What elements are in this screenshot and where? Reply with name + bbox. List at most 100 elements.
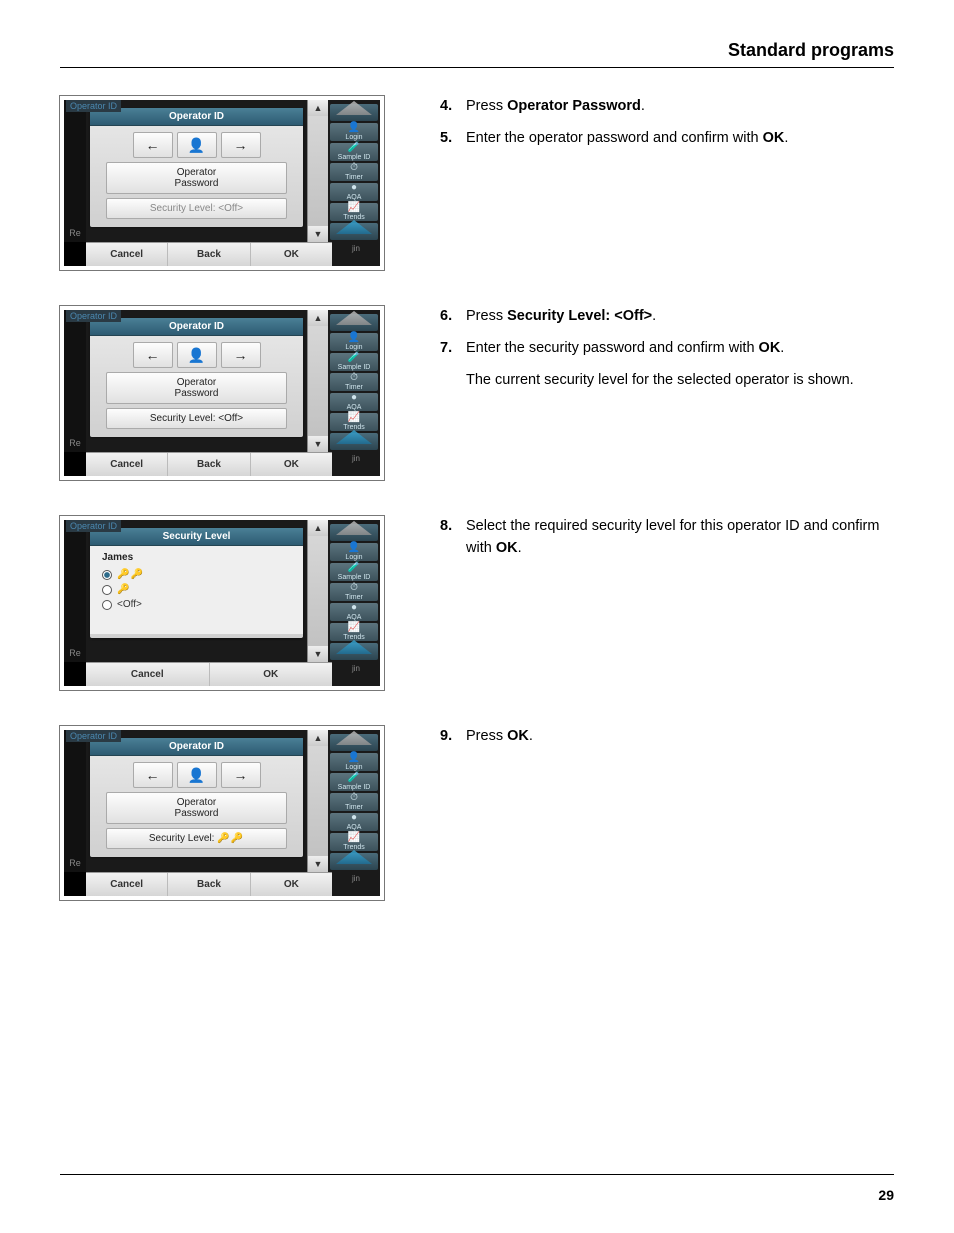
operator-password-label-1: Operator — [107, 377, 286, 388]
next-operator-button[interactable]: → — [221, 132, 261, 158]
prev-operator-button[interactable]: ← — [133, 132, 173, 158]
scroll-down-icon[interactable]: ▼ — [308, 646, 328, 662]
sidebar-logo-icon — [330, 104, 378, 121]
operator-icon-button[interactable]: 👤 — [177, 342, 217, 368]
sidebar-item-login[interactable]: 👤Login — [330, 333, 378, 351]
sample-id-icon: 🧪 — [348, 143, 360, 153]
device-background-tab: Operator ID — [66, 310, 121, 322]
next-operator-button[interactable]: → — [221, 762, 261, 788]
operator-id-panel: Operator ID ← 👤 → Operator Password Secu… — [90, 108, 303, 227]
page-header-title: Standard programs — [60, 40, 894, 68]
cancel-button[interactable]: Cancel — [86, 243, 168, 266]
page-number: 29 — [878, 1187, 894, 1203]
security-option-one-key[interactable]: 🔑 — [102, 584, 291, 595]
step-number: 5. — [440, 128, 466, 150]
prev-operator-button[interactable]: ← — [133, 762, 173, 788]
ok-button[interactable]: OK — [251, 243, 332, 266]
sidebar-item-trends[interactable]: 📈Trends — [330, 203, 378, 221]
security-level-button[interactable]: Security Level: <Off> — [106, 198, 287, 219]
panel-scrollbar[interactable]: ▲ ▼ — [307, 730, 328, 872]
sidebar-item-login[interactable]: 👤Login — [330, 753, 378, 771]
ok-button[interactable]: OK — [251, 453, 332, 476]
scroll-up-icon[interactable]: ▲ — [308, 730, 328, 746]
cancel-button[interactable]: Cancel — [86, 453, 168, 476]
panel-title: Operator ID — [90, 738, 303, 756]
sidebar-brand-icon — [330, 223, 378, 240]
panel-bottom-bar: Cancel Back OK — [86, 242, 332, 266]
scroll-down-icon[interactable]: ▼ — [308, 436, 328, 452]
sidebar-item-timer[interactable]: ⏱Timer — [330, 373, 378, 391]
off-option-label: <Off> — [117, 599, 142, 610]
operator-id-panel: Operator ID ← 👤 → Operator Password Secu… — [90, 318, 303, 437]
operator-password-label-1: Operator — [107, 167, 286, 178]
sidebar-item-trends[interactable]: 📈Trends — [330, 413, 378, 431]
scroll-down-icon[interactable]: ▼ — [308, 226, 328, 242]
operator-password-button[interactable]: Operator Password — [106, 792, 287, 824]
security-level-keys-icon: 🔑🔑 — [217, 833, 244, 844]
operator-password-button[interactable]: Operator Password — [106, 372, 287, 404]
back-button[interactable]: Back — [168, 453, 250, 476]
ok-button[interactable]: OK — [251, 873, 332, 896]
sidebar-item-aqa[interactable]: ●AQA — [330, 603, 378, 621]
sidebar-item-login[interactable]: 👤Login — [330, 123, 378, 141]
login-icon: 👤 — [348, 123, 360, 133]
security-level-button[interactable]: Security Level: 🔑🔑 — [106, 828, 287, 849]
operator-password-label-2: Password — [107, 388, 286, 399]
panel-bottom-bar: Cancel Back OK — [86, 872, 332, 896]
panel-scrollbar[interactable]: ▲ ▼ — [307, 520, 328, 662]
sidebar-item-sample-id[interactable]: 🧪Sample ID — [330, 773, 378, 791]
sidebar-bottom-label: jin — [332, 242, 380, 266]
operator-password-label-2: Password — [107, 808, 286, 819]
operator-icon-button[interactable]: 👤 — [177, 762, 217, 788]
step-number: 4. — [440, 96, 466, 118]
prev-operator-button[interactable]: ← — [133, 342, 173, 368]
sidebar-item-trends[interactable]: 📈Trends — [330, 833, 378, 851]
panel-scrollbar[interactable]: ▲ ▼ — [307, 100, 328, 242]
aqa-icon: ● — [351, 183, 357, 193]
device-sidebar: 👤Login 🧪Sample ID ⏱Timer ●AQA 📈Trends — [328, 310, 380, 452]
next-operator-button[interactable]: → — [221, 342, 261, 368]
back-button[interactable]: Back — [168, 873, 250, 896]
scroll-up-icon[interactable]: ▲ — [308, 310, 328, 326]
sidebar-item-login[interactable]: 👤Login — [330, 543, 378, 561]
sidebar-item-sample-id[interactable]: 🧪Sample ID — [330, 143, 378, 161]
sidebar-item-timer[interactable]: ⏱Timer — [330, 793, 378, 811]
sample-id-icon: 🧪 — [348, 773, 360, 783]
scroll-up-icon[interactable]: ▲ — [308, 100, 328, 116]
security-level-button[interactable]: Security Level: <Off> — [106, 408, 287, 429]
cancel-button[interactable]: Cancel — [86, 873, 168, 896]
operator-password-button[interactable]: Operator Password — [106, 162, 287, 194]
sidebar-item-timer[interactable]: ⏱Timer — [330, 583, 378, 601]
security-option-two-keys[interactable]: 🔑🔑 — [102, 569, 291, 580]
scroll-down-icon[interactable]: ▼ — [308, 856, 328, 872]
ok-button[interactable]: OK — [210, 663, 333, 686]
row-step-9: Re Operator ID Operator ID ← 👤 → Operato… — [60, 726, 894, 900]
sidebar-brand-icon — [330, 643, 378, 660]
sidebar-item-trends[interactable]: 📈Trends — [330, 623, 378, 641]
sidebar-item-aqa[interactable]: ●AQA — [330, 813, 378, 831]
security-option-off[interactable]: <Off> — [102, 599, 291, 610]
trends-icon: 📈 — [348, 833, 360, 843]
radio-icon — [102, 585, 112, 595]
sidebar-item-sample-id[interactable]: 🧪Sample ID — [330, 353, 378, 371]
one-key-icon: 🔑 — [117, 584, 130, 595]
step-8: 8. Select the required security level fo… — [440, 516, 894, 560]
device-background-tab: Operator ID — [66, 520, 121, 532]
sidebar-item-timer[interactable]: ⏱Timer — [330, 163, 378, 181]
scroll-up-icon[interactable]: ▲ — [308, 520, 328, 536]
two-keys-icon: 🔑🔑 — [117, 569, 144, 580]
back-button[interactable]: Back — [168, 243, 250, 266]
device-left-edge: Re — [64, 520, 86, 662]
operator-icon-button[interactable]: 👤 — [177, 132, 217, 158]
sidebar-item-sample-id[interactable]: 🧪Sample ID — [330, 563, 378, 581]
step-9: 9. Press OK. — [440, 726, 894, 748]
sidebar-bottom-label: jin — [332, 452, 380, 476]
cancel-button[interactable]: Cancel — [86, 663, 210, 686]
row-step-6-7: Re Operator ID Operator ID ← 👤 → Operato… — [60, 306, 894, 480]
step-number: 7. — [440, 338, 466, 360]
sidebar-item-aqa[interactable]: ●AQA — [330, 393, 378, 411]
panel-scrollbar[interactable]: ▲ ▼ — [307, 310, 328, 452]
sidebar-brand-icon — [330, 433, 378, 450]
sidebar-item-aqa[interactable]: ●AQA — [330, 183, 378, 201]
timer-icon: ⏱ — [350, 583, 358, 593]
